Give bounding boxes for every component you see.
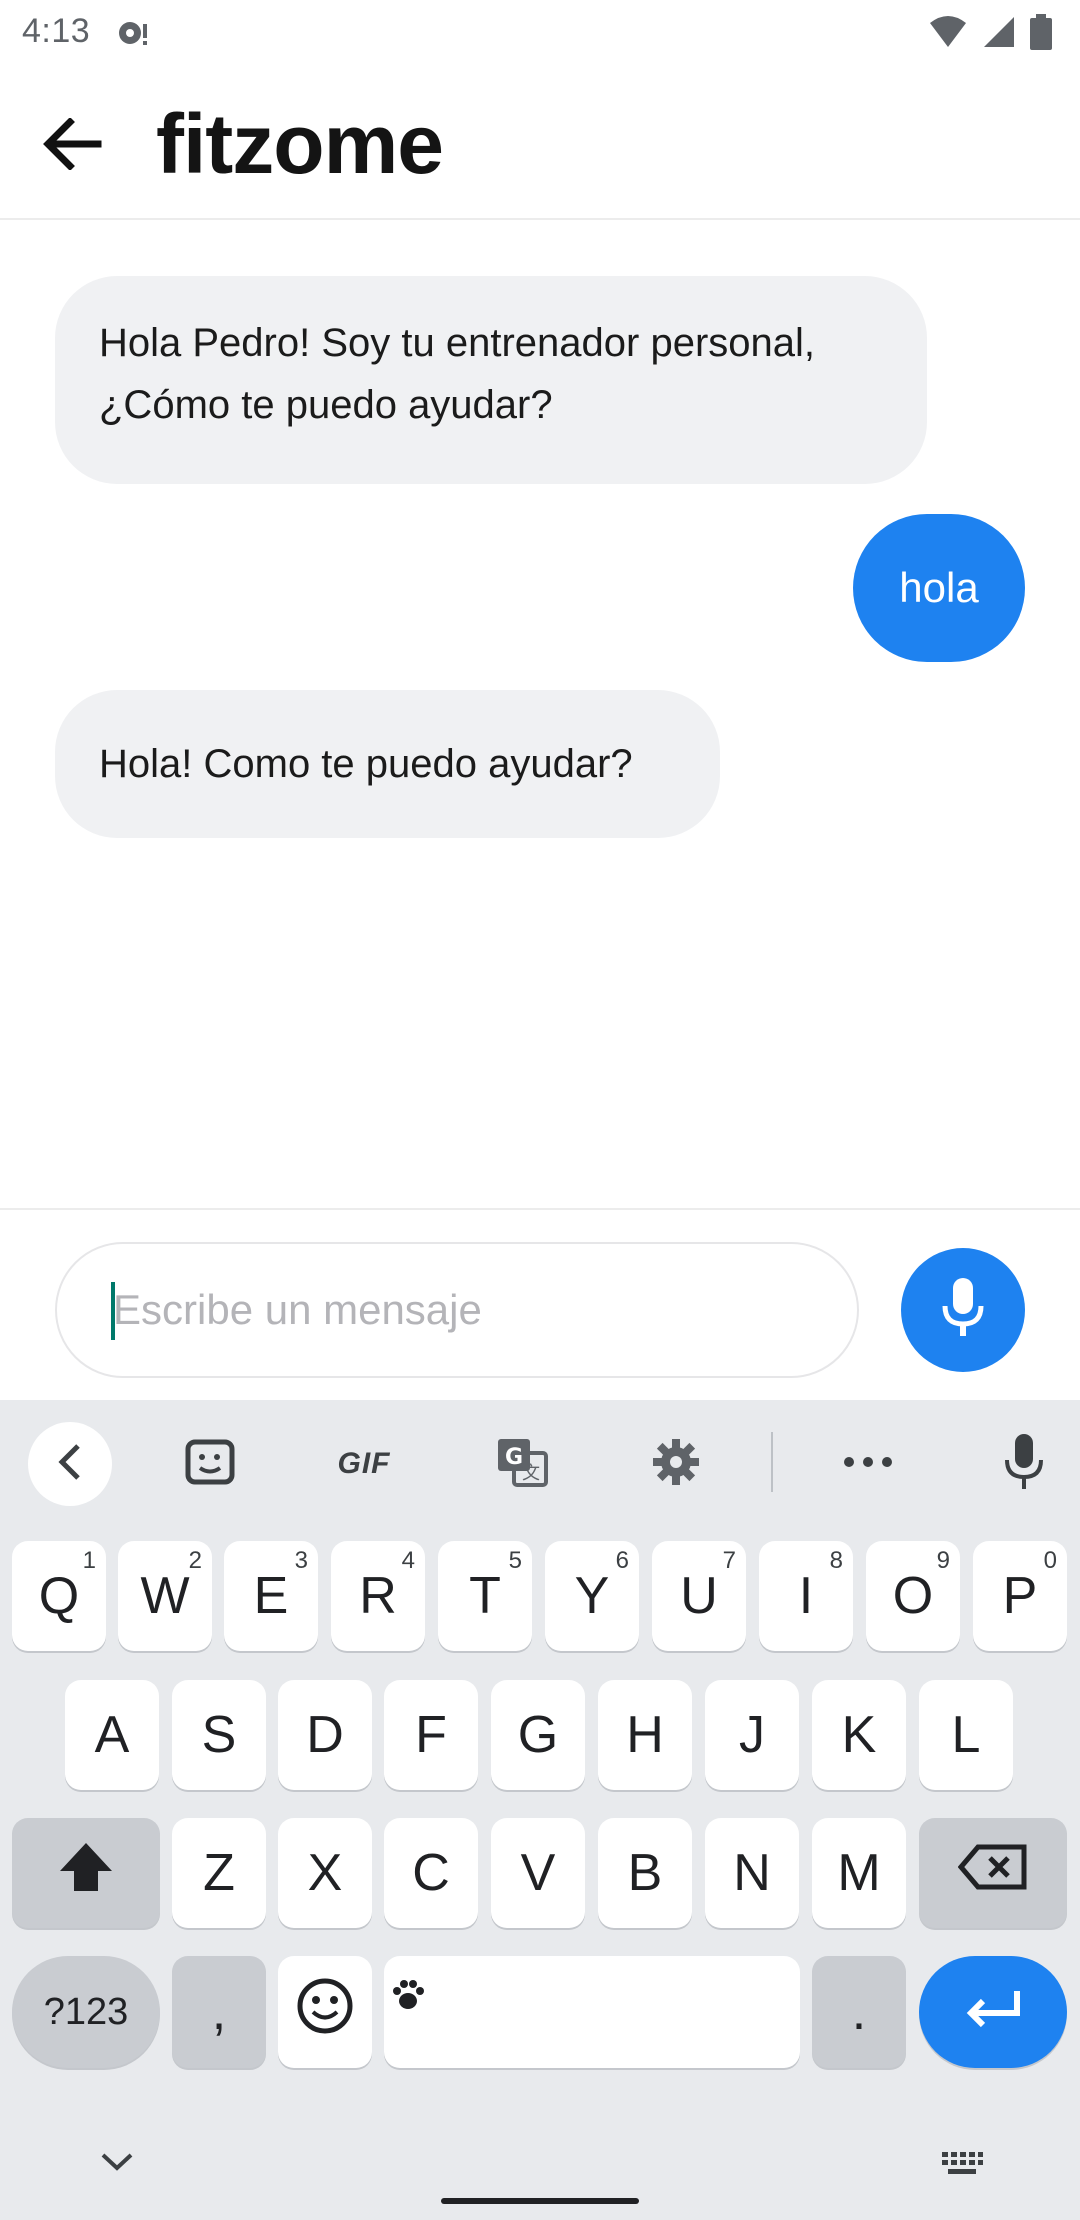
- hide-keyboard-icon[interactable]: [100, 2152, 134, 2177]
- voice-message-button[interactable]: [901, 1248, 1025, 1372]
- status-bar: 4:13: [0, 0, 1080, 66]
- keyboard-toolbar: GIF G文: [0, 1400, 1080, 1524]
- app-title: fitzome: [156, 97, 444, 191]
- translate-button[interactable]: G文: [480, 1422, 564, 1506]
- period-key[interactable]: .: [812, 1956, 906, 2068]
- chat-thread: Hola Pedro! Soy tu entrenador personal, …: [0, 222, 1080, 1207]
- enter-key[interactable]: [919, 1956, 1067, 2068]
- chevron-left-icon: [58, 1443, 82, 1485]
- emoji-icon: [296, 1977, 354, 2048]
- key-f[interactable]: F: [384, 1680, 478, 1790]
- sticker-button[interactable]: [168, 1422, 252, 1506]
- voice-typing-button[interactable]: [982, 1422, 1066, 1506]
- arrow-left-icon: [42, 116, 102, 175]
- microphone-icon: [941, 1277, 985, 1343]
- more-icon: [843, 1455, 893, 1473]
- composer: Escribe un mensaje: [0, 1208, 1080, 1400]
- message-input[interactable]: Escribe un mensaje: [55, 1242, 859, 1378]
- key-x[interactable]: X: [278, 1818, 372, 1928]
- signal-icon: [982, 15, 1016, 54]
- symbols-key[interactable]: ?123: [12, 1956, 160, 2068]
- key-m[interactable]: M: [812, 1818, 906, 1928]
- keyboard-settings-button[interactable]: [634, 1422, 718, 1506]
- backspace-icon: [957, 1843, 1028, 1903]
- shift-key[interactable]: [12, 1818, 160, 1928]
- key-v[interactable]: V: [491, 1818, 585, 1928]
- bot-message: Hola Pedro! Soy tu entrenador personal, …: [55, 276, 927, 484]
- key-q[interactable]: Q1: [12, 1541, 106, 1651]
- key-l[interactable]: L: [919, 1680, 1013, 1790]
- settings-icon: [651, 1437, 701, 1492]
- key-g[interactable]: G: [491, 1680, 585, 1790]
- key-y[interactable]: Y6: [545, 1541, 639, 1651]
- app-bar: fitzome: [0, 66, 1080, 220]
- key-i[interactable]: I8: [759, 1541, 853, 1651]
- gif-icon: GIF: [337, 1447, 391, 1480]
- svg-text:文: 文: [522, 1463, 540, 1484]
- paw-icon: [390, 1964, 426, 2024]
- comma-key[interactable]: ,: [172, 1956, 266, 2068]
- translate-icon: G文: [496, 1437, 548, 1492]
- key-b[interactable]: B: [598, 1818, 692, 1928]
- key-n[interactable]: N: [705, 1818, 799, 1928]
- enter-icon: [963, 1982, 1023, 2042]
- key-o[interactable]: O9: [866, 1541, 960, 1651]
- more-options-button[interactable]: [826, 1422, 910, 1506]
- status-time: 4:13: [22, 12, 91, 50]
- svg-text:G: G: [505, 1445, 523, 1470]
- message-input-placeholder: Escribe un mensaje: [113, 1286, 482, 1333]
- wifi-icon: [928, 15, 968, 54]
- bot-message: Hola! Como te puedo ayudar?: [55, 690, 720, 838]
- keyboard-switch-icon[interactable]: [940, 2150, 984, 2181]
- key-c[interactable]: C: [384, 1818, 478, 1928]
- toolbar-divider: [771, 1432, 773, 1492]
- back-button[interactable]: [30, 104, 114, 188]
- emoji-key[interactable]: [278, 1956, 372, 2068]
- key-w[interactable]: W2: [118, 1541, 212, 1651]
- key-e[interactable]: E3: [224, 1541, 318, 1651]
- navigation-bar: [0, 2080, 1080, 2220]
- key-h[interactable]: H: [598, 1680, 692, 1790]
- key-a[interactable]: A: [65, 1680, 159, 1790]
- key-k[interactable]: K: [812, 1680, 906, 1790]
- voice-input-icon: [1004, 1433, 1044, 1495]
- key-z[interactable]: Z: [172, 1818, 266, 1928]
- key-r[interactable]: R4: [331, 1541, 425, 1651]
- shift-icon: [58, 1841, 114, 1906]
- keyboard-collapse-toolbar-button[interactable]: [28, 1422, 112, 1506]
- key-p[interactable]: P0: [973, 1541, 1067, 1651]
- key-u[interactable]: U7: [652, 1541, 746, 1651]
- backspace-key[interactable]: [919, 1818, 1067, 1928]
- key-t[interactable]: T5: [438, 1541, 532, 1651]
- battery-icon: [1030, 14, 1052, 55]
- space-key[interactable]: [384, 1956, 800, 2068]
- sticker-icon: [185, 1439, 235, 1490]
- key-j[interactable]: J: [705, 1680, 799, 1790]
- key-d[interactable]: D: [278, 1680, 372, 1790]
- key-s[interactable]: S: [172, 1680, 266, 1790]
- home-gesture-bar[interactable]: [441, 2198, 639, 2204]
- gif-button[interactable]: GIF: [322, 1422, 406, 1506]
- user-message: hola: [853, 514, 1025, 662]
- media-icon: [116, 18, 150, 48]
